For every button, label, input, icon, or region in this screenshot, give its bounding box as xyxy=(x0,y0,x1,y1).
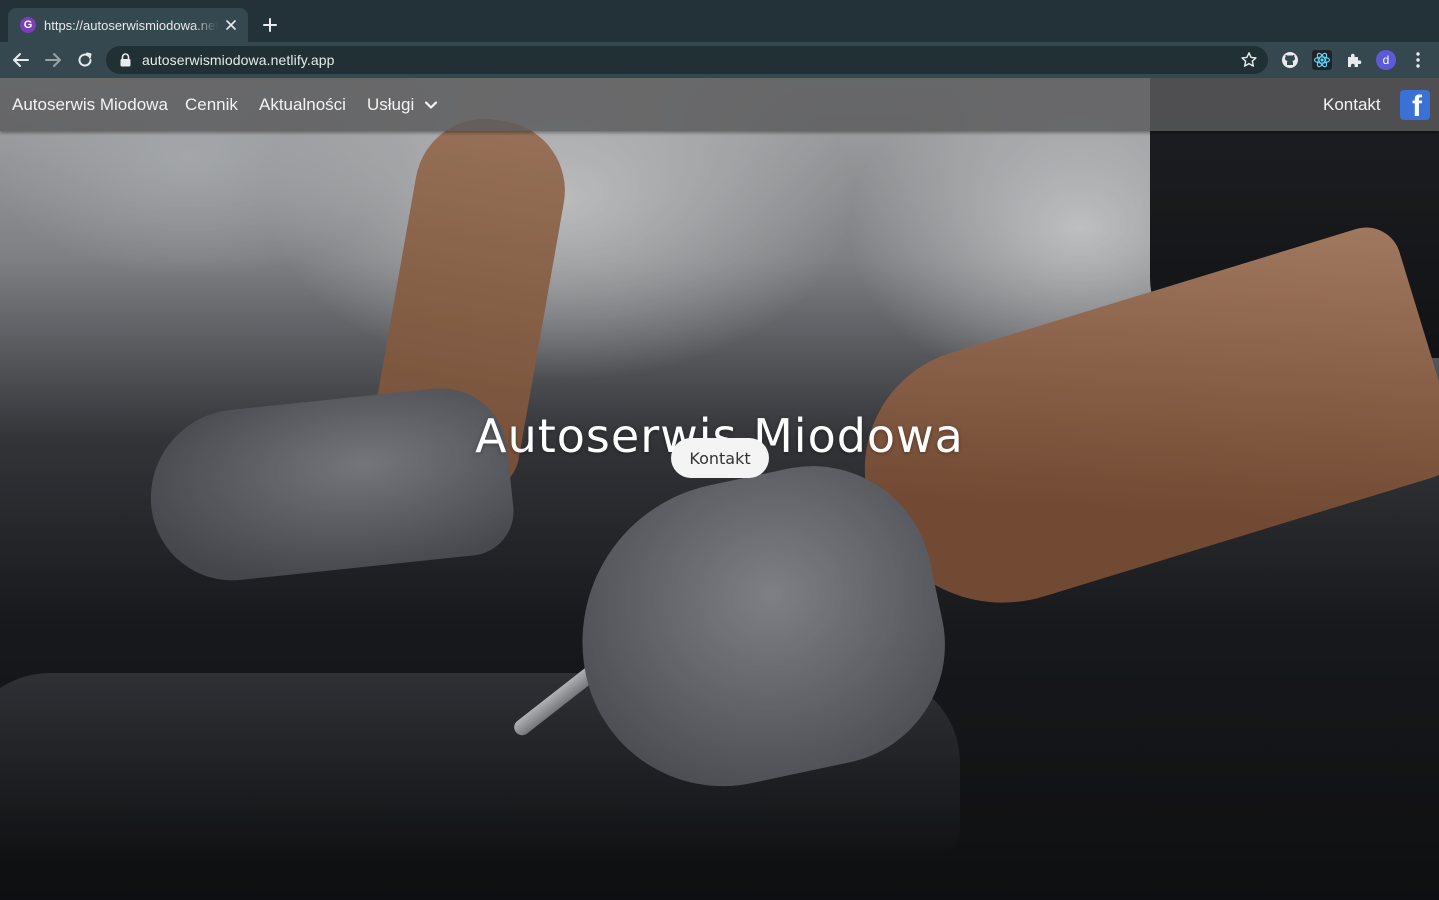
browser-menu-icon[interactable] xyxy=(1408,50,1428,70)
nav-link-cennik[interactable]: Cennik xyxy=(185,95,238,115)
browser-tab[interactable]: G https://autoserwismiodowa.netlify.app xyxy=(8,8,248,42)
lock-icon xyxy=(120,53,132,67)
close-tab-icon[interactable] xyxy=(222,16,240,34)
hero-background-image xyxy=(0,78,1439,900)
extensions-puzzle-icon[interactable] xyxy=(1344,50,1364,70)
new-tab-icon[interactable] xyxy=(258,13,282,37)
page-viewport: Autoserwis Miodowa Cennik Aktualności Us… xyxy=(0,78,1439,900)
address-bar[interactable]: autoserwismiodowa.netlify.app xyxy=(106,46,1268,74)
nav-dropdown-uslugi[interactable]: Usługi xyxy=(367,95,414,115)
nav-link-kontakt[interactable]: Kontakt xyxy=(1323,95,1381,115)
back-icon[interactable] xyxy=(8,47,34,73)
browser-tabstrip: G https://autoserwismiodowa.netlify.app xyxy=(0,0,1439,42)
forward-icon[interactable] xyxy=(40,47,66,73)
profile-avatar[interactable]: d xyxy=(1376,50,1396,70)
browser-toolbar: autoserwismiodowa.netlify.app d xyxy=(0,42,1439,78)
site-navbar: Autoserwis Miodowa Cennik Aktualności Us… xyxy=(0,78,1439,131)
hero-overlay xyxy=(0,78,1439,900)
bookmark-star-icon[interactable] xyxy=(1240,51,1258,69)
url-text: autoserwismiodowa.netlify.app xyxy=(142,52,335,68)
gatsby-favicon-icon: G xyxy=(20,17,36,33)
reload-icon[interactable] xyxy=(72,47,98,73)
hero-contact-button[interactable]: Kontakt xyxy=(671,438,769,478)
github-extension-icon[interactable] xyxy=(1280,50,1300,70)
facebook-icon[interactable]: f xyxy=(1400,90,1430,120)
nav-link-aktualnosci[interactable]: Aktualności xyxy=(259,95,346,115)
nav-brand[interactable]: Autoserwis Miodowa xyxy=(12,95,168,115)
react-devtools-icon[interactable] xyxy=(1312,50,1332,70)
tab-title: https://autoserwismiodowa.netlify.app xyxy=(44,17,218,33)
chevron-down-icon[interactable] xyxy=(424,98,438,112)
